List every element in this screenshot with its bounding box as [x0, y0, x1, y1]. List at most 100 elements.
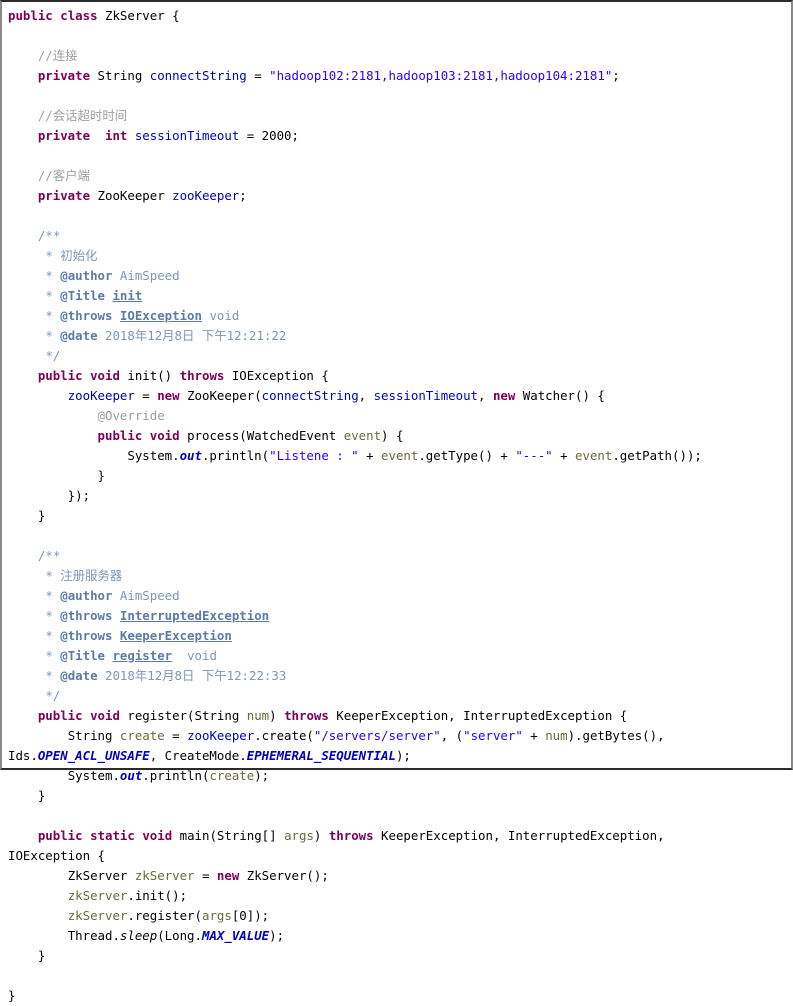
code-token: event	[343, 428, 382, 443]
code-token: public	[37, 708, 83, 723]
code-line: private ZooKeeper zooKeeper;	[8, 186, 791, 206]
code-token: .println(	[142, 768, 210, 783]
code-token: void	[149, 428, 180, 443]
code-line: //连接	[8, 46, 791, 66]
code-token: @author	[60, 588, 113, 603]
code-token: new	[492, 388, 516, 403]
code-token: sessionTimeout	[373, 388, 479, 403]
code-token: sleep	[119, 928, 158, 943]
code-line: zkServer.register(args[0]);	[8, 906, 791, 926]
code-line: @Override	[8, 406, 791, 426]
code-token: ).getBytes(),	[567, 728, 665, 743]
code-token: zooKeeper	[172, 188, 240, 203]
code-token: [0]);	[231, 908, 270, 923]
code-token: sessionTimeout	[134, 128, 240, 143]
code-line: zkServer.init();	[8, 886, 791, 906]
code-token: .create(	[254, 728, 314, 743]
code-line: * @throws InterruptedException	[8, 606, 791, 626]
code-token: //连接	[37, 48, 78, 63]
code-token: private	[37, 68, 91, 83]
code-token: *	[45, 288, 61, 303]
code-token: *	[45, 328, 61, 343]
code-token: *	[45, 648, 61, 663]
code-token: *	[45, 308, 61, 323]
code-line: IOException {	[8, 846, 791, 866]
code-line: System.out.println("Listene : " + event.…	[8, 446, 791, 466]
code-token: zooKeeper	[67, 388, 135, 403]
code-token: num	[545, 728, 568, 743]
code-token: =	[194, 868, 217, 883]
code-token: +	[552, 448, 576, 463]
code-token: }	[8, 988, 16, 1003]
code-line: * @throws KeeperException	[8, 626, 791, 646]
code-token: void	[142, 828, 173, 843]
code-token: void	[90, 708, 120, 723]
code-token: String	[67, 728, 120, 743]
code-line: }	[8, 506, 791, 526]
code-token: 2018年12月8日 下午12:21:22	[97, 328, 287, 343]
code-token: "/servers/server"	[313, 728, 441, 743]
code-token: throws	[328, 828, 374, 843]
code-token: AimSpeed	[112, 588, 180, 603]
code-line: * @date 2018年12月8日 下午12:22:33	[8, 666, 791, 686]
code-token: .init();	[127, 888, 188, 903]
code-token: out	[119, 768, 143, 783]
code-token: =	[164, 728, 188, 743]
code-listing[interactable]: public class ZkServer { //连接 private Str…	[8, 6, 791, 1006]
code-line: String create = zooKeeper.create("/serve…	[8, 726, 791, 746]
code-line: Ids.OPEN_ACL_UNSAFE, CreateMode.EPHEMERA…	[8, 746, 791, 766]
code-line: /**	[8, 226, 791, 246]
code-token: .getPath());	[612, 448, 702, 463]
code-viewer[interactable]: public class ZkServer { //连接 private Str…	[0, 0, 793, 1003]
code-token: /**	[37, 228, 61, 243]
code-line: * @Title init	[8, 286, 791, 306]
code-token: IOException	[119, 308, 202, 323]
code-token: private	[37, 188, 91, 203]
code-token: void	[90, 368, 120, 383]
code-token: throws	[179, 368, 225, 383]
code-token: }	[8, 468, 105, 483]
code-token: register	[112, 648, 173, 663]
code-token: process(WatchedEvent	[179, 428, 344, 443]
code-token: * 注册服务器	[45, 568, 123, 583]
code-token: System.	[67, 768, 120, 783]
code-line: public class ZkServer {	[8, 6, 791, 26]
code-token: ,	[358, 388, 374, 403]
code-token: @author	[60, 268, 113, 283]
code-token: public	[37, 368, 83, 383]
code-token: args	[284, 828, 314, 843]
code-token: int	[104, 128, 128, 143]
code-token: }	[8, 508, 46, 523]
code-token: new	[157, 388, 180, 403]
code-token: , CreateMode.	[149, 748, 247, 763]
code-token: =	[246, 68, 270, 83]
code-token: @date	[60, 328, 98, 343]
code-token: //会话超时时间	[37, 108, 128, 123]
code-line: */	[8, 686, 791, 706]
code-token: String	[90, 68, 150, 83]
code-token: System.	[127, 448, 180, 463]
code-token: .getType() +	[418, 448, 516, 463]
code-line: * 注册服务器	[8, 566, 791, 586]
